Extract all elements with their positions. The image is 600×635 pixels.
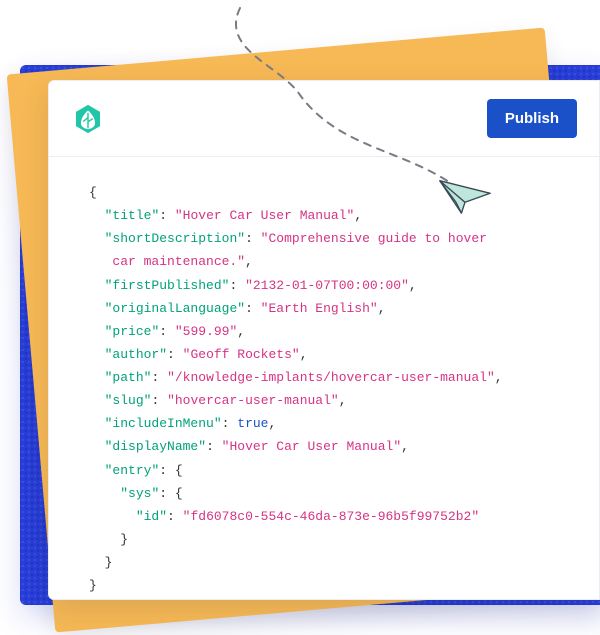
value-title: "Hover Car User Manual"	[175, 208, 354, 223]
key-first-published: "firstPublished"	[105, 278, 230, 293]
editor-panel: Publish { "title": "Hover Car User Manua…	[48, 80, 600, 600]
value-original-language: "Earth English"	[261, 301, 378, 316]
key-original-language: "originalLanguage"	[105, 301, 245, 316]
value-include-in-menu: true	[237, 416, 268, 431]
value-price: "599.99"	[175, 324, 237, 339]
brace-close: }	[89, 578, 97, 593]
key-slug: "slug"	[105, 393, 152, 408]
json-code-block: { "title": "Hover Car User Manual", "sho…	[49, 157, 599, 600]
key-short-description: "shortDescription"	[105, 231, 245, 246]
leaf-logo-icon	[71, 102, 105, 136]
value-author: "Geoff Rockets"	[183, 347, 300, 362]
key-price: "price"	[105, 324, 160, 339]
brace-open: {	[89, 185, 97, 200]
key-include-in-menu: "includeInMenu"	[105, 416, 222, 431]
key-title: "title"	[105, 208, 160, 223]
publish-button[interactable]: Publish	[487, 99, 577, 138]
value-path: "/knowledge-implants/hovercar-user-manua…	[167, 370, 495, 385]
key-display-name: "displayName"	[105, 439, 206, 454]
key-entry: "entry"	[105, 463, 160, 478]
key-sys: "sys"	[120, 486, 159, 501]
key-id: "id"	[136, 509, 167, 524]
value-id: "fd6078c0-554c-46da-873e-96b5f99752b2"	[183, 509, 479, 524]
value-display-name: "Hover Car User Manual"	[222, 439, 401, 454]
key-path: "path"	[105, 370, 152, 385]
panel-header: Publish	[49, 81, 599, 157]
key-author: "author"	[105, 347, 167, 362]
value-slug: "hovercar-user-manual"	[167, 393, 339, 408]
value-short-description: "Comprehensive guide to hover	[261, 231, 487, 246]
value-first-published: "2132-01-07T00:00:00"	[245, 278, 409, 293]
